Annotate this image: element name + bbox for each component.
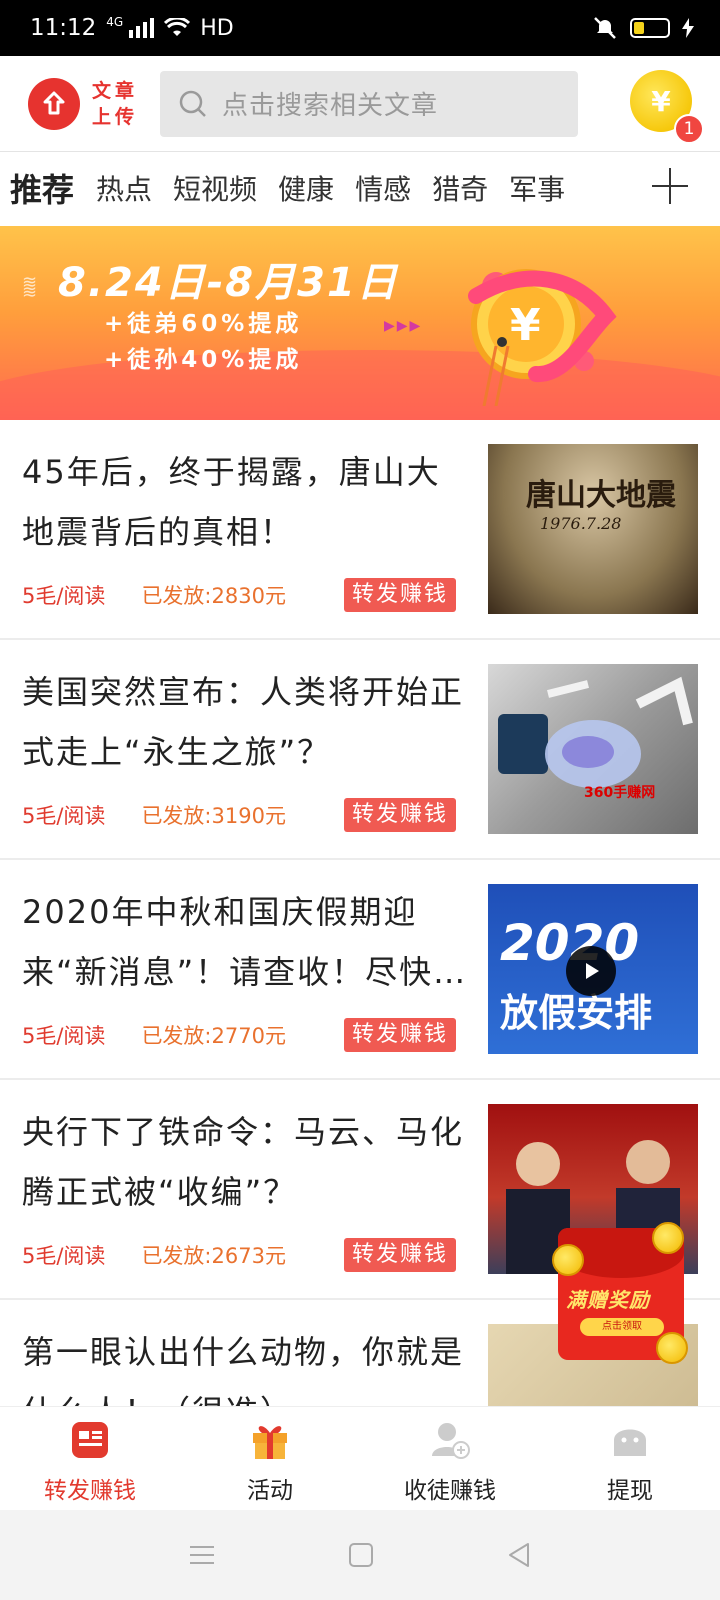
article-meta: 5毛/阅读 已发放:2770元 bbox=[22, 1020, 286, 1050]
thumbnail-watermark: 360手赚网 bbox=[584, 785, 656, 801]
article-meta: 5毛/阅读 已发放:2830元 bbox=[22, 580, 286, 610]
article-title[interactable]: 2020年中秋和国庆假期迎来“新消息”！请查收！尽快收藏 bbox=[22, 882, 467, 1002]
video-thumbnail[interactable]: 2020 放假安排 bbox=[488, 884, 698, 1054]
article-rate: 5毛/阅读 bbox=[22, 1244, 106, 1268]
battery-icon bbox=[630, 18, 670, 38]
share-earn-button[interactable]: 转发赚钱 bbox=[344, 1238, 457, 1272]
claim-button[interactable]: 点击领取 bbox=[580, 1318, 664, 1336]
article-paid: 已发放:3190元 bbox=[141, 804, 286, 828]
status-right bbox=[592, 15, 694, 41]
article-icon bbox=[69, 1419, 111, 1461]
zigzag-decoration: ≋ ≋ bbox=[22, 272, 38, 303]
article-thumbnail[interactable]: 唐山大地震 1976.7.28 bbox=[488, 444, 698, 614]
nav-label: 提现 bbox=[607, 1478, 653, 1504]
app-header: 文章 上传 点击搜索相关文章 ¥ 1 bbox=[0, 56, 720, 152]
add-tab-icon[interactable] bbox=[650, 166, 690, 206]
article-meta: 5毛/阅读 已发放:2673元 bbox=[22, 1240, 286, 1270]
banner-line-2: +徒孙40%提成 bbox=[104, 347, 303, 373]
nav-label: 活动 bbox=[247, 1478, 293, 1504]
logo-text[interactable]: 文章 上传 bbox=[92, 78, 138, 130]
network-type: 4G bbox=[106, 15, 124, 29]
nav-recruit-earn[interactable]: 收徒赚钱 bbox=[360, 1407, 540, 1510]
nav-activity[interactable]: 活动 bbox=[180, 1407, 360, 1510]
tab-health[interactable]: 健康 bbox=[278, 168, 334, 208]
coin-button[interactable]: ¥ 1 bbox=[630, 70, 704, 144]
promo-banner[interactable]: ≋ ≋ 8.24日-8月31日 +徒弟60%提成 +徒孙40%提成 ▶▶▶ ¥ bbox=[0, 226, 720, 420]
arrows-decoration: ▶▶▶ bbox=[384, 318, 423, 334]
add-user-icon bbox=[429, 1419, 471, 1461]
category-tabs: 推荐 热点 短视频 健康 情感 猎奇 军事 bbox=[0, 152, 720, 224]
signal-icon bbox=[129, 18, 155, 38]
tab-emotion[interactable]: 情感 bbox=[355, 168, 411, 208]
back-icon[interactable] bbox=[506, 1542, 532, 1568]
article-rate: 5毛/阅读 bbox=[22, 804, 106, 828]
menu-icon[interactable] bbox=[188, 1543, 216, 1567]
search-placeholder: 点击搜索相关文章 bbox=[222, 91, 439, 121]
gift-icon bbox=[249, 1419, 291, 1461]
bottom-nav: 转发赚钱 活动 收徒赚钱 提现 bbox=[0, 1406, 720, 1510]
wifi-label: HD bbox=[200, 15, 234, 41]
home-icon[interactable] bbox=[348, 1542, 374, 1568]
thumbnail-subtext: 1976.7.28 bbox=[540, 514, 622, 533]
article-rate: 5毛/阅读 bbox=[22, 1024, 106, 1048]
nav-withdraw[interactable]: 提现 bbox=[540, 1407, 720, 1510]
share-earn-button[interactable]: 转发赚钱 bbox=[344, 798, 457, 832]
coin-ribbon-illustration: ¥ bbox=[468, 269, 617, 406]
tab-short-video[interactable]: 短视频 bbox=[173, 168, 257, 208]
banner-line-1: +徒弟60%提成 bbox=[104, 311, 303, 337]
article-title[interactable]: 45年后，终于揭露，唐山大地震背后的真相！ bbox=[22, 442, 467, 562]
article-card[interactable]: 45年后，终于揭露，唐山大地震背后的真相！ 5毛/阅读 已发放:2830元 转发… bbox=[0, 420, 720, 640]
nav-label: 收徒赚钱 bbox=[404, 1478, 496, 1504]
coin-icon bbox=[656, 1332, 688, 1364]
wifi-icon bbox=[164, 18, 191, 36]
withdraw-icon bbox=[609, 1419, 651, 1461]
article-meta: 5毛/阅读 已发放:3190元 bbox=[22, 800, 286, 830]
mute-icon bbox=[594, 17, 616, 39]
coin-badge: 1 bbox=[674, 114, 704, 144]
play-icon[interactable] bbox=[566, 946, 616, 996]
status-left: 11:12 4G HD bbox=[30, 15, 234, 41]
article-thumbnail[interactable]: 360手赚网 bbox=[488, 664, 698, 834]
logo-line-1: 文章 bbox=[92, 79, 139, 102]
nav-label: 转发赚钱 bbox=[44, 1478, 136, 1504]
search-input[interactable]: 点击搜索相关文章 bbox=[160, 70, 578, 137]
article-title[interactable]: 第一眼认出什么动物，你就是什么人！（很准） bbox=[22, 1322, 467, 1406]
article-card[interactable]: 美国突然宣布：人类将开始正式走上“永生之旅”？ 5毛/阅读 已发放:3190元 … bbox=[0, 640, 720, 860]
article-paid: 已发放:2830元 bbox=[141, 584, 286, 608]
nav-share-earn[interactable]: 转发赚钱 bbox=[0, 1407, 180, 1510]
svg-text:¥: ¥ bbox=[510, 300, 541, 351]
envelope-label: 满赠奖励 bbox=[566, 1288, 650, 1312]
status-time: 11:12 bbox=[30, 15, 97, 41]
tab-hot[interactable]: 热点 bbox=[96, 168, 152, 208]
tab-recommend[interactable]: 推荐 bbox=[10, 165, 74, 211]
tab-curiosity[interactable]: 猎奇 bbox=[432, 168, 488, 208]
article-rate: 5毛/阅读 bbox=[22, 584, 106, 608]
system-nav-bar bbox=[0, 1510, 720, 1600]
upload-logo-icon[interactable] bbox=[28, 77, 80, 130]
tab-military[interactable]: 军事 bbox=[509, 168, 565, 208]
charging-icon bbox=[682, 18, 694, 38]
thumbnail-text: 唐山大地震 bbox=[526, 478, 676, 513]
article-card[interactable]: 2020年中秋和国庆假期迎来“新消息”！请查收！尽快收藏 5毛/阅读 已发放:2… bbox=[0, 860, 720, 1080]
coin-icon bbox=[552, 1244, 584, 1276]
share-earn-button[interactable]: 转发赚钱 bbox=[344, 578, 457, 612]
article-title[interactable]: 央行下了铁命令：马云、马化腾正式被“收编”？ bbox=[22, 1102, 467, 1222]
search-icon bbox=[179, 90, 206, 117]
logo-line-2: 上传 bbox=[92, 105, 139, 128]
banner-date: 8.24日-8月31日 bbox=[58, 260, 399, 306]
coin-icon bbox=[652, 1222, 684, 1254]
red-envelope-reward[interactable]: 满赠奖励 点击领取 bbox=[552, 1222, 692, 1372]
share-earn-button[interactable]: 转发赚钱 bbox=[344, 1018, 457, 1052]
robot-arm-illustration bbox=[498, 676, 693, 788]
article-paid: 已发放:2770元 bbox=[141, 1024, 286, 1048]
status-bar: 11:12 4G HD bbox=[0, 0, 720, 56]
article-paid: 已发放:2673元 bbox=[141, 1244, 286, 1268]
article-title[interactable]: 美国突然宣布：人类将开始正式走上“永生之旅”？ bbox=[22, 662, 467, 782]
